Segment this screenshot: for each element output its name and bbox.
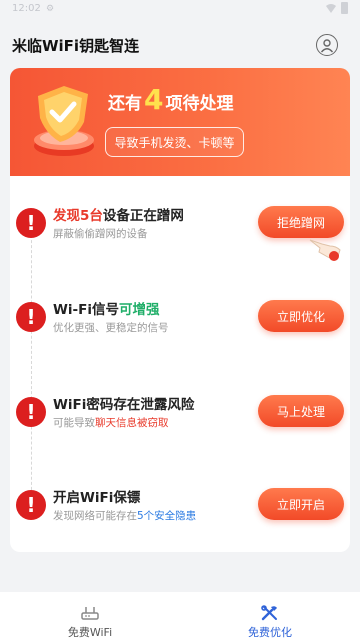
timeline-divider: [31, 230, 32, 510]
app-title: 米临WiFi钥匙智连: [12, 37, 140, 55]
exclamation-icon: !: [16, 490, 46, 520]
item-subtitle: 优化更强、更稳定的信号: [53, 322, 169, 334]
pending-tasks-title: 还有 4 项待处理: [108, 83, 258, 116]
item-title-highlight: 可增强: [118, 302, 160, 318]
router-icon: [81, 607, 99, 620]
pointing-hand-icon: [309, 239, 341, 261]
list-item-boost-signal: ! Wi-Fi信号可增强 优化更强、更稳定的信号 立即优化: [10, 292, 350, 342]
status-settings-icon: ⚙: [46, 4, 55, 14]
app-header: 米临WiFi钥匙智连: [0, 20, 360, 70]
optimize-now-button[interactable]: 立即优化: [258, 300, 344, 332]
exclamation-icon: !: [16, 302, 46, 332]
pending-tasks-banner: 还有 4 项待处理 导致手机发烫、卡顿等: [10, 68, 350, 176]
enable-now-button[interactable]: 立即开启: [258, 488, 344, 520]
tab-label: 免费WiFi: [67, 626, 113, 639]
item-subtitle-text: 发现网络可能存在: [53, 510, 137, 522]
exclamation-icon: !: [16, 208, 46, 238]
item-subtitle-highlight: 5个安全隐患: [137, 510, 197, 522]
item-title-text: 设备正在蹭网: [102, 208, 184, 224]
status-time: 12:02: [12, 3, 41, 14]
tools-icon: [261, 605, 277, 621]
item-subtitle-text: 可能导致: [53, 417, 95, 429]
item-title-text: Wi-Fi信号: [53, 302, 119, 318]
item-title: 开启WiFi保镖: [53, 490, 141, 506]
wifi-signal-icon: [326, 4, 336, 13]
tab-free-optimize[interactable]: 免费优化: [180, 592, 360, 640]
list-item-wifi-guard: ! 开启WiFi保镖 发现网络可能存在5个安全隐患 立即开启: [10, 480, 350, 530]
item-title: 发现5台设备正在蹭网: [53, 204, 184, 224]
pending-count: 4: [144, 83, 164, 116]
item-title: Wi-Fi信号可增强: [53, 298, 159, 318]
bottom-nav: 免费WiFi 免费优化: [0, 592, 360, 640]
status-bar: 12:02 ⚙: [0, 0, 360, 20]
user-icon: [320, 39, 334, 53]
pending-suffix: 项待处理: [165, 94, 234, 114]
shield-check-icon: [34, 86, 94, 156]
profile-button[interactable]: [316, 34, 338, 56]
item-title-highlight: 发现5台: [53, 208, 103, 224]
pending-prefix: 还有: [108, 94, 142, 114]
list-item-block-leechers: ! 发现5台设备正在蹭网 屏蔽偷偷蹭网的设备 拒绝蹭网: [10, 198, 350, 248]
battery-icon: [341, 2, 348, 14]
item-subtitle: 屏蔽偷偷蹭网的设备: [53, 228, 148, 240]
item-subtitle: 可能导致聊天信息被窃取: [53, 415, 169, 430]
handle-now-button[interactable]: 马上处理: [258, 395, 344, 427]
item-subtitle-highlight: 聊天信息被窃取: [95, 417, 169, 429]
list-item-password-leak: ! WiFi密码存在泄露风险 可能导致聊天信息被窃取 马上处理: [10, 387, 350, 437]
pending-reason-button[interactable]: 导致手机发烫、卡顿等: [105, 127, 244, 157]
item-title: WiFi密码存在泄露风险: [53, 397, 195, 413]
item-subtitle: 发现网络可能存在5个安全隐患: [53, 508, 196, 523]
tab-free-wifi[interactable]: 免费WiFi: [0, 592, 180, 640]
tab-label: 免费优化: [248, 626, 292, 639]
exclamation-icon: !: [16, 397, 46, 427]
